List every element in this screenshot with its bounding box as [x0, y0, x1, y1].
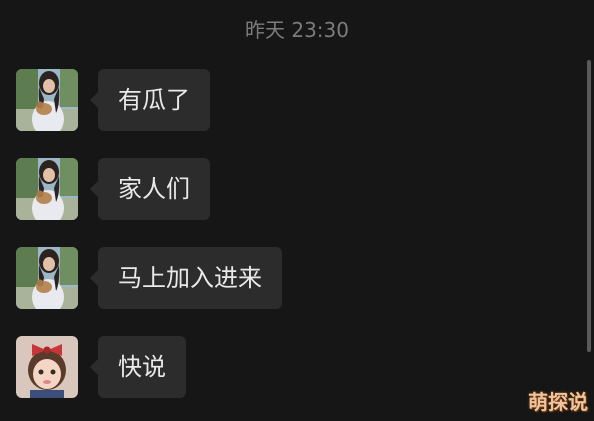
message-bubble[interactable]: 家人们: [90, 158, 210, 220]
message-text: 家人们: [118, 175, 190, 203]
message-text: 快说: [118, 353, 166, 381]
message-bubble[interactable]: 马上加入进来: [90, 247, 282, 309]
avatar-woman-holding-puppy[interactable]: [16, 158, 78, 220]
message-timestamp: 昨天 23:30: [245, 18, 349, 42]
avatar-woman-holding-puppy[interactable]: [16, 247, 78, 309]
message-row: 快说: [16, 336, 576, 400]
message-bubble[interactable]: 有瓜了: [90, 69, 210, 131]
message-row: 马上加入进来: [16, 247, 576, 311]
message-text: 马上加入进来: [118, 264, 262, 292]
message-text: 有瓜了: [118, 86, 190, 114]
message-bubble[interactable]: 快说: [90, 336, 186, 398]
message-row: 家人们: [16, 158, 576, 222]
avatar-child-with-red-bow[interactable]: [16, 336, 78, 398]
message-row: 有瓜了: [16, 69, 576, 133]
scrollbar[interactable]: [587, 60, 591, 352]
watermark-logo: 萌探说: [528, 390, 588, 414]
avatar-woman-holding-puppy[interactable]: [16, 69, 78, 131]
